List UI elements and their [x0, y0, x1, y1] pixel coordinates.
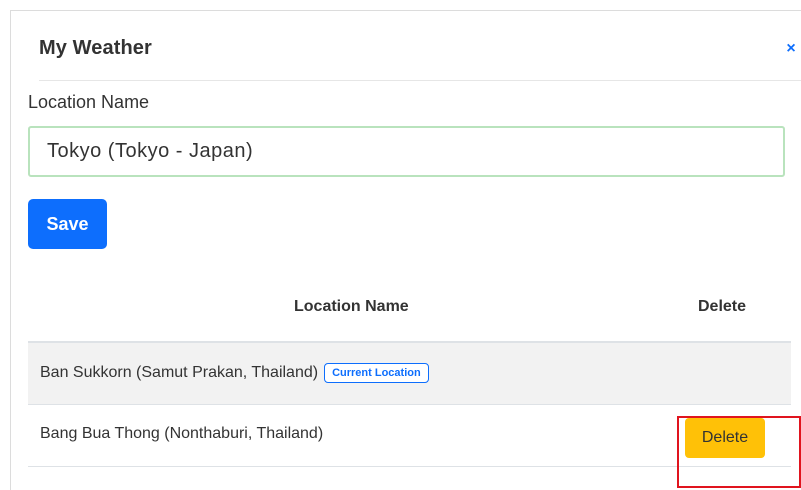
modal-header: My Weather × [39, 11, 801, 81]
delete-button[interactable]: Delete [685, 418, 765, 458]
location-name-label: Location Name [28, 92, 150, 112]
location-name-input[interactable] [28, 126, 785, 177]
table-header: Location Name Delete [28, 286, 791, 343]
location-cell: Ban Sukkorn (Samut Prakan, Thailand) Curr… [40, 363, 429, 383]
location-cell: Bang Bua Thong (Nonthaburi, Thailand) [40, 425, 323, 443]
save-button[interactable]: Save [28, 199, 107, 249]
modal-title: My Weather [39, 37, 152, 59]
location-name-text: Ban Sukkorn (Samut Prakan, Thailand) [40, 364, 319, 381]
table-row: Bang Bua Thong (Nonthaburi, Thailand) De… [28, 405, 791, 467]
close-icon[interactable]: × [783, 41, 799, 57]
location-name-text: Bang Bua Thong (Nonthaburi, Thailand) [40, 425, 324, 442]
column-header-location-name: Location Name [294, 298, 409, 315]
column-header-delete: Delete [698, 298, 747, 315]
locations-table: Location Name Delete Ban Sukkorn (Samut … [28, 286, 791, 467]
current-location-badge: Current Location [324, 363, 429, 383]
table-row: Ban Sukkorn (Samut Prakan, Thailand) Curr… [28, 343, 791, 405]
